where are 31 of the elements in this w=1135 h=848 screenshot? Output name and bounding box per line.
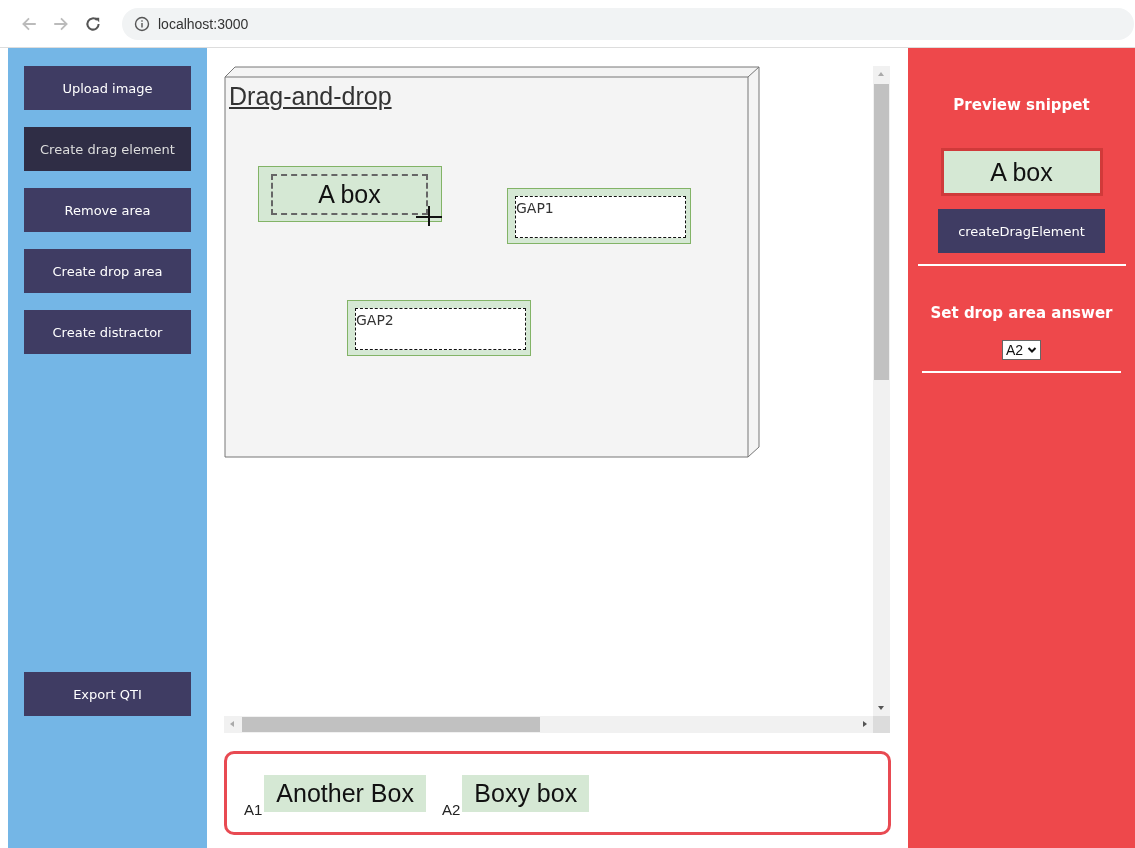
scroll-down-icon[interactable] (877, 704, 885, 712)
preview-title: Preview snippet (953, 96, 1090, 114)
scroll-right-icon[interactable] (861, 720, 869, 728)
answer-select[interactable]: A2 (1001, 340, 1042, 360)
reload-icon[interactable] (84, 14, 102, 33)
horizontal-scrollbar[interactable] (224, 716, 873, 733)
scroll-up-icon[interactable] (877, 70, 885, 78)
crosshair-cursor-icon (416, 206, 442, 226)
vertical-scrollbar[interactable] (873, 66, 890, 716)
drop-area[interactable]: GAP2 (347, 300, 531, 356)
toolbar-button[interactable]: Create drag element (24, 127, 191, 171)
drag-element[interactable]: A box (258, 166, 442, 222)
toolbar-button[interactable]: Create drop area (24, 249, 191, 293)
answer-element[interactable]: Boxy box (462, 774, 590, 812)
answer-key: A1 (244, 800, 263, 818)
toolbar-button[interactable]: Create distractor (24, 310, 191, 354)
drop-area[interactable]: GAP1 (507, 188, 691, 244)
export-button[interactable]: Export QTI (24, 672, 191, 716)
info-icon (134, 15, 150, 32)
snippet-action-button[interactable]: createDragElement (938, 209, 1105, 253)
scroll-left-icon[interactable] (228, 720, 236, 728)
scrollbar-corner (873, 716, 890, 733)
answer-element[interactable]: Another Box (264, 774, 426, 812)
canvas-title: Drag-and-drop (229, 82, 392, 111)
chevron-icon (1027, 346, 1038, 354)
drop-answer-title: Set drop area answer (930, 304, 1113, 322)
address-bar[interactable]: localhost:3000 (122, 7, 1134, 40)
answer-key: A2 (441, 800, 461, 818)
toolbar-button[interactable]: Upload image (24, 66, 191, 110)
toolbar-button[interactable]: Remove area (24, 188, 191, 232)
preview-element: A box (940, 148, 1103, 196)
